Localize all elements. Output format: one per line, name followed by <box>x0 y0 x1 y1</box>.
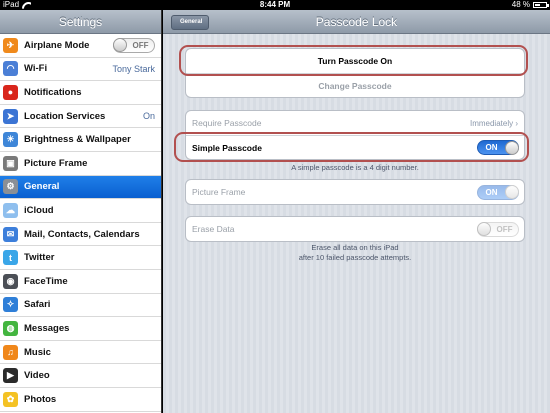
toggle-knob <box>113 38 127 53</box>
erase-footer-line-1: Erase all data on this iPad <box>311 243 399 252</box>
sidebar-item-label: Location Services <box>24 110 106 122</box>
messages-icon: ◍ <box>3 320 18 336</box>
toggle-knob <box>477 222 491 236</box>
sidebar-list: ✈ Airplane Mode OFF ◠ Wi-Fi Tony Stark ● Notifi… <box>0 34 161 412</box>
sidebar-item-twitter[interactable]: t Twitter <box>0 246 161 270</box>
erase-data-footer: Erase all data on this iPad after 10 fai… <box>185 243 525 263</box>
sidebar-item-gear[interactable]: ⚙ General <box>0 175 161 200</box>
sidebar-item-location[interactable]: ➤ Location Services On <box>0 105 161 129</box>
picture-frame-group: Picture Frame ON <box>185 179 525 205</box>
sidebar-item-music[interactable]: ♫ Music <box>0 341 161 365</box>
battery-icon <box>533 2 549 8</box>
music-icon: ♫ <box>3 344 18 360</box>
safari-icon: ✧ <box>3 297 18 313</box>
sidebar-item-label: General <box>24 181 60 193</box>
icloud-icon: ☁ <box>3 202 18 218</box>
gear-icon: ⚙ <box>3 179 18 195</box>
main-panel: General Passcode Lock Turn Passcode On C… <box>163 10 550 413</box>
sidebar-item-safari[interactable]: ✧ Safari <box>0 294 161 318</box>
erase-data-label: Erase Data <box>192 224 235 234</box>
sidebar-item-picture-frame[interactable]: ▣ Picture Frame <box>0 152 161 176</box>
erase-data-group: Erase Data OFF <box>185 216 525 242</box>
status-bar: iPad 8:44 PM 48 % <box>0 0 550 10</box>
sidebar-item-label: Safari <box>24 299 51 311</box>
sidebar-item-messages[interactable]: ◍ Messages <box>0 317 161 341</box>
sidebar-title: Settings <box>0 10 161 34</box>
sidebar-item-label: Twitter <box>24 252 55 264</box>
sidebar-item-label: Brightness & Wallpaper <box>24 134 131 146</box>
picture-frame-icon: ▣ <box>3 155 18 171</box>
sidebar-item-photos[interactable]: ✿ Photos <box>0 388 161 412</box>
mail-icon: ✉ <box>3 226 18 242</box>
location-icon: ➤ <box>3 108 18 124</box>
picture-frame-toggle[interactable]: ON <box>477 184 519 200</box>
sidebar-item-label: Picture Frame <box>24 157 88 169</box>
sidebar-item-wifi[interactable]: ◠ Wi-Fi Tony Stark <box>0 58 161 82</box>
change-passcode-label: Change Passcode <box>318 80 392 91</box>
sidebar-item-airplane[interactable]: ✈ Airplane Mode OFF <box>0 34 161 58</box>
change-passcode-button[interactable]: Change Passcode <box>186 73 524 97</box>
picture-frame-row: Picture Frame ON <box>186 180 524 204</box>
battery-percent: 48 % <box>511 0 530 9</box>
sidebar-item-mail[interactable]: ✉ Mail, Contacts, Calendars <box>0 223 161 247</box>
sidebar-item-value: Tony Stark <box>112 63 155 74</box>
page-title: Passcode Lock <box>315 15 398 29</box>
sidebar-item-facetime[interactable]: ◉ FaceTime <box>0 270 161 294</box>
sidebar-item-brightness[interactable]: ☀ Brightness & Wallpaper <box>0 128 161 152</box>
sidebar-item-label: Notifications <box>24 86 82 98</box>
sidebar-item-label: Photos <box>24 393 57 405</box>
sidebar-item-label: Airplane Mode <box>24 39 90 51</box>
require-passcode-label: Require Passcode <box>192 118 262 128</box>
sidebar-item-label: iCloud <box>24 204 54 216</box>
wifi-icon: ◠ <box>3 61 18 77</box>
video-icon: ▶ <box>3 368 18 384</box>
erase-footer-line-2: after 10 failed passcode attempts. <box>298 253 412 262</box>
photos-icon: ✿ <box>3 391 18 407</box>
airplane-mode-toggle[interactable]: OFF <box>113 37 155 53</box>
picture-frame-label: Picture Frame <box>192 187 246 197</box>
chevron-right-icon: › <box>515 118 518 128</box>
twitter-icon: t <box>3 250 18 266</box>
sidebar-item-label: Music <box>24 346 51 358</box>
erase-data-toggle[interactable]: OFF <box>477 221 519 237</box>
sidebar-item-label: Wi-Fi <box>24 63 48 75</box>
sidebar-item-label: Mail, Contacts, Calendars <box>24 228 140 240</box>
highlight-simple-passcode <box>174 132 529 162</box>
airplane-icon: ✈ <box>3 37 18 53</box>
facetime-icon: ◉ <box>3 273 18 289</box>
sidebar-item-video[interactable]: ▶ Video <box>0 364 161 388</box>
sidebar-item-label: Video <box>24 370 50 382</box>
erase-data-row: Erase Data OFF <box>186 217 524 241</box>
simple-passcode-footer: A simple passcode is a 4 digit number. <box>291 163 419 172</box>
settings-sidebar: Settings ✈ Airplane Mode OFF ◠ Wi-Fi Tony Sta… <box>0 10 162 413</box>
sidebar-item-label: Messages <box>24 322 70 334</box>
sidebar-item-label: FaceTime <box>24 275 68 287</box>
sidebar-item-notifications[interactable]: ● Notifications <box>0 81 161 105</box>
toggle-label: OFF <box>132 40 149 50</box>
notifications-icon: ● <box>3 84 18 100</box>
nav-bar: General Passcode Lock <box>163 10 550 34</box>
toggle-knob <box>505 185 519 199</box>
highlight-turn-passcode <box>179 45 528 76</box>
brightness-icon: ☀ <box>3 132 18 148</box>
toggle-label: OFF <box>496 224 513 234</box>
require-passcode-value: Immediately <box>469 118 514 128</box>
status-time: 8:44 PM <box>259 0 291 9</box>
sidebar-item-icloud[interactable]: ☁ iCloud <box>0 199 161 223</box>
toggle-label: ON <box>485 187 498 197</box>
sidebar-item-value: On <box>142 111 155 122</box>
